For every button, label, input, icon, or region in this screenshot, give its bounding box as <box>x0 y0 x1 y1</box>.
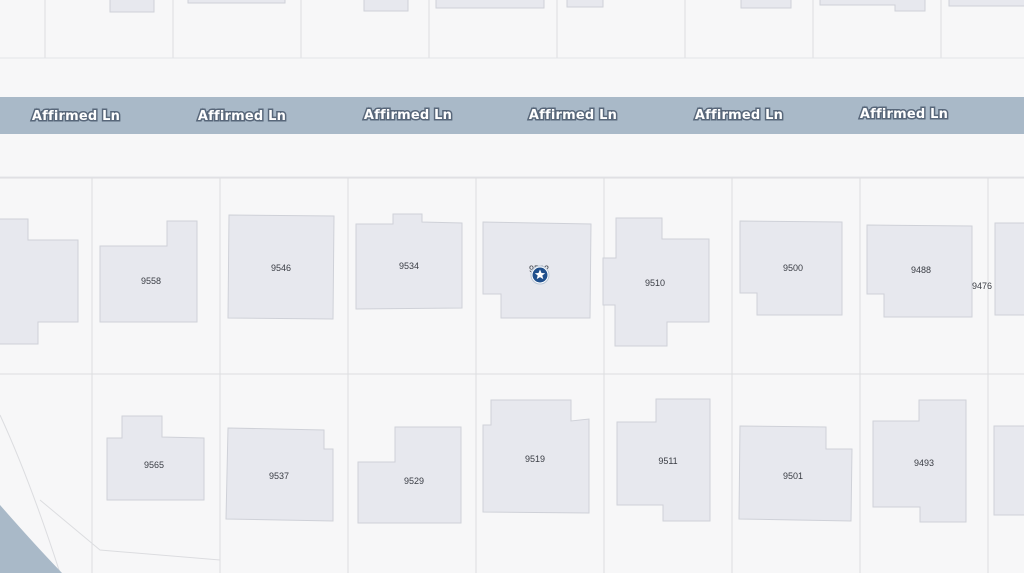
building <box>106 415 205 501</box>
lot-9501[interactable]: 9501 <box>738 425 853 522</box>
building <box>993 425 1024 516</box>
street-label: Affirmed Ln <box>860 107 948 122</box>
south-buildings: 9565 9537 9529 9519 9511 9501 9493 <box>106 398 1024 524</box>
address-label: 9565 <box>144 460 164 470</box>
lot-9565[interactable]: 9565 <box>106 415 205 501</box>
address-label: 9493 <box>914 458 934 468</box>
street-label: Affirmed Ln <box>198 109 286 124</box>
address-label: 9511 <box>658 456 677 466</box>
lot-9558[interactable]: 9558 <box>99 220 198 323</box>
address-label: 9529 <box>404 476 424 486</box>
building <box>357 426 462 524</box>
building <box>994 222 1024 316</box>
street-label: Affirmed Ln <box>529 108 617 123</box>
lot-9511[interactable]: 9511 <box>616 398 711 522</box>
address-label: 9501 <box>783 471 803 481</box>
lot-9493[interactable]: 9493 <box>872 399 967 523</box>
address-label: 9537 <box>269 471 289 481</box>
lot-9510[interactable]: 9510 <box>602 217 710 347</box>
building <box>0 218 79 345</box>
map-canvas[interactable]: Affirmed Ln Affirmed Ln Affirmed Ln Affi… <box>0 0 1024 573</box>
address-label: 9500 <box>783 263 803 273</box>
lot-9476[interactable]: 9476 <box>972 222 1024 316</box>
street-label: Affirmed Ln <box>32 109 120 124</box>
lot-9537[interactable]: 9537 <box>225 427 334 522</box>
selected-property-marker[interactable] <box>530 265 550 285</box>
lot-9546[interactable]: 9546 <box>227 214 335 320</box>
lot-9534[interactable]: 9534 <box>355 213 463 310</box>
lot-9500[interactable]: 9500 <box>739 220 843 316</box>
lot-9519[interactable]: 9519 <box>482 399 590 514</box>
north-buildings: 9558 9546 9534 9522 9510 9500 9488 <box>0 213 1024 347</box>
building <box>99 220 198 323</box>
water-body <box>0 505 62 573</box>
address-label: 9558 <box>141 276 161 286</box>
address-label: 9519 <box>525 454 545 464</box>
address-label: 9510 <box>645 278 665 288</box>
top-parcel-row <box>0 0 1024 59</box>
address-label: 9476 <box>972 281 992 291</box>
street-label: Affirmed Ln <box>695 108 783 123</box>
street-label: Affirmed Ln <box>364 108 452 123</box>
address-label: 9534 <box>399 261 419 271</box>
address-label: 9546 <box>271 263 291 273</box>
address-label: 9488 <box>911 265 931 275</box>
lot-9488[interactable]: 9488 <box>866 224 973 318</box>
lot-9529[interactable]: 9529 <box>357 426 462 524</box>
